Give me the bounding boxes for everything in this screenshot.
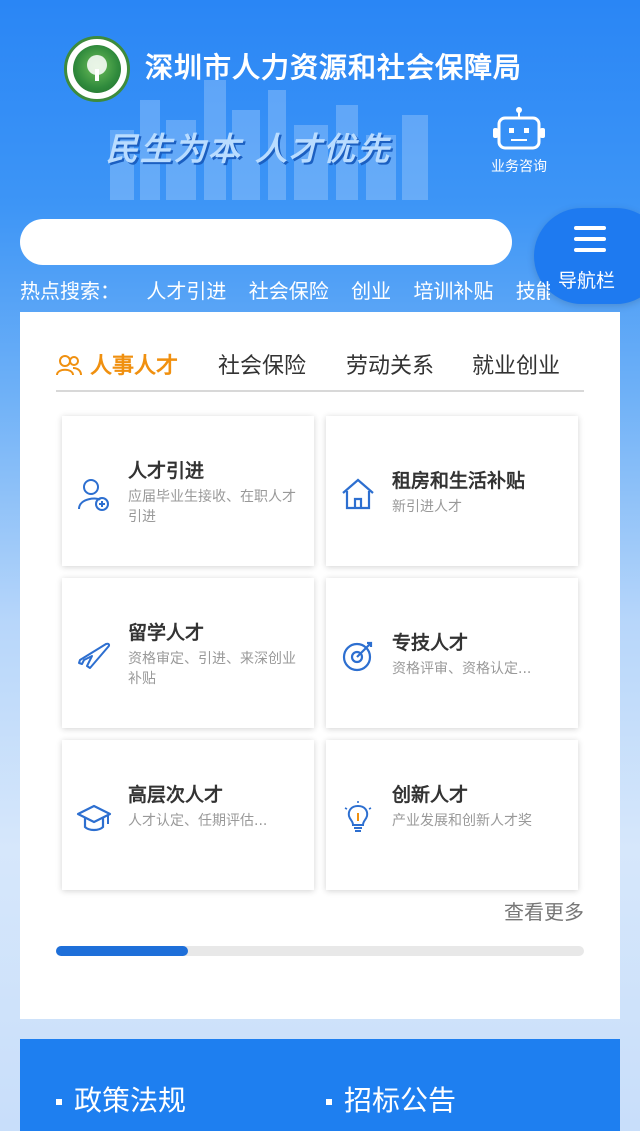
search-input[interactable] bbox=[20, 219, 512, 265]
view-more-link[interactable]: 查看更多 bbox=[504, 896, 584, 925]
tab-tender-notices[interactable]: 招标公告 bbox=[326, 1079, 456, 1119]
category-tabs: 人事人才 社会保险 劳动关系 就业创业 bbox=[56, 340, 584, 392]
tile-innovative-talent[interactable]: 创新人才 产业发展和创新人才奖 bbox=[326, 740, 578, 890]
tab-social-insurance[interactable]: 社会保险 bbox=[218, 348, 306, 380]
tile-housing-subsidy[interactable]: 租房和生活补贴 新引进人才 bbox=[326, 416, 578, 566]
hot-search-item[interactable]: 创业 bbox=[351, 279, 391, 303]
scroll-progress-fill bbox=[56, 946, 188, 956]
tile-title: 人才引进 bbox=[128, 460, 205, 482]
robot-icon bbox=[493, 107, 545, 150]
lightbulb-icon bbox=[344, 801, 372, 832]
nav-label: 导航栏 bbox=[558, 270, 616, 292]
tile-desc: 产业发展和创新人才奖 bbox=[392, 813, 532, 829]
tile-desc: 资格评审、资格认定... bbox=[392, 661, 532, 677]
slogan: 民生为本 人才优先 bbox=[106, 130, 392, 168]
tab-policies-label: 政策法规 bbox=[74, 1084, 187, 1117]
tile-overseas-talent[interactable]: 留学人才 资格审定、引进、来深创业补贴 bbox=[62, 578, 314, 728]
scroll-progress-track bbox=[56, 946, 584, 956]
bottom-tab-bar: 政策法规 招标公告 bbox=[20, 1039, 620, 1131]
tile-title: 留学人才 bbox=[128, 622, 205, 644]
house-icon bbox=[342, 478, 374, 510]
tree-icon bbox=[87, 55, 107, 81]
users-icon bbox=[56, 355, 82, 376]
tile-desc: 资格审定、引进、来深创业补贴 bbox=[128, 651, 296, 687]
tile-desc: 应届毕业生接收、在职人才引进 bbox=[128, 489, 296, 525]
tab-tender-notices-label: 招标公告 bbox=[344, 1084, 457, 1117]
consult-label: 业务咨询 bbox=[491, 159, 547, 175]
tile-desc: 人才认定、任期评估... bbox=[128, 813, 268, 829]
tile-desc: 新引进人才 bbox=[392, 499, 462, 515]
hot-search-item[interactable]: 培训补贴 bbox=[413, 279, 493, 303]
bureau-logo bbox=[64, 36, 130, 102]
consult-button[interactable]: 业务咨询 bbox=[484, 106, 554, 176]
services-card: 人事人才 社会保险 劳动关系 就业创业 人才引进 应届毕业生接收、在职人才引进 … bbox=[20, 312, 620, 1019]
hot-search-item[interactable]: 社会保险 bbox=[249, 279, 329, 303]
tile-professional-talent[interactable]: 专技人才 资格评审、资格认定... bbox=[326, 578, 578, 728]
add-user-icon bbox=[78, 479, 109, 511]
tab-labor-relations[interactable]: 劳动关系 bbox=[346, 348, 434, 380]
menu-icon bbox=[574, 226, 606, 259]
tile-title: 创新人才 bbox=[392, 784, 469, 806]
tile-title: 专技人才 bbox=[392, 632, 469, 654]
tile-talent-introduction[interactable]: 人才引进 应届毕业生接收、在职人才引进 bbox=[62, 416, 314, 566]
hot-search-bar: 热点搜索： 人才引进 社会保险 创业 培训补贴 技能 bbox=[20, 275, 550, 305]
hot-search-item[interactable]: 人才引进 bbox=[146, 279, 226, 303]
tile-high-level-talent[interactable]: 高层次人才 人才认定、任期评估... bbox=[62, 740, 314, 890]
hot-search-label: 热点搜索： bbox=[20, 279, 120, 303]
graduation-cap-icon bbox=[76, 804, 112, 832]
org-title: 深圳市人力资源和社会保障局 bbox=[145, 51, 523, 84]
tab-policies[interactable]: 政策法规 bbox=[56, 1079, 186, 1119]
tile-title: 租房和生活补贴 bbox=[392, 470, 526, 492]
tile-title: 高层次人才 bbox=[128, 784, 224, 806]
tab-employment[interactable]: 就业创业 bbox=[472, 348, 560, 380]
hot-search-item[interactable]: 技能 bbox=[516, 279, 550, 303]
airplane-icon bbox=[78, 642, 111, 669]
tab-personnel-talent[interactable]: 人事人才 bbox=[90, 348, 178, 380]
target-icon bbox=[342, 641, 373, 672]
